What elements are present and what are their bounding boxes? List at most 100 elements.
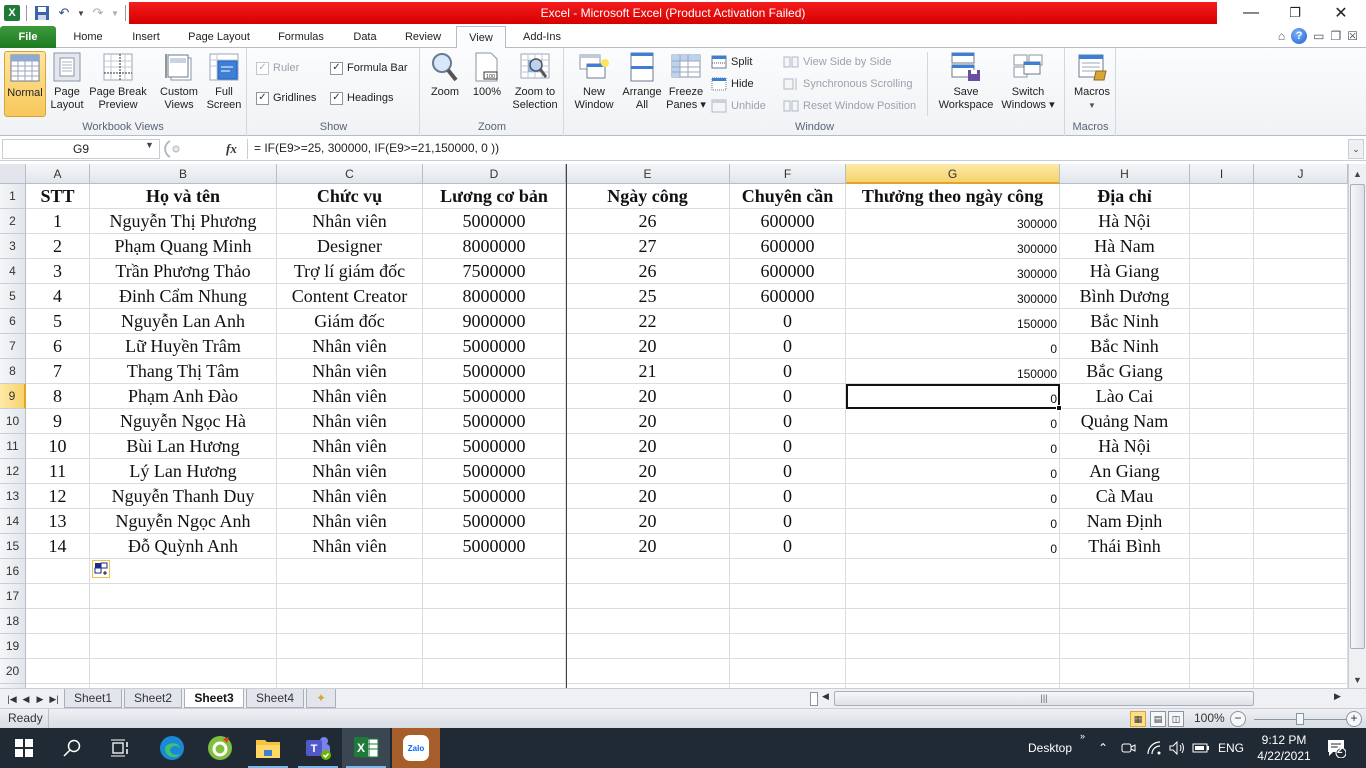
row-header-16[interactable]: 16 [0, 559, 26, 584]
table-cell[interactable]: 0 [730, 484, 846, 509]
table-cell[interactable]: 0 [730, 409, 846, 434]
table-cell[interactable]: Giám đốc [277, 309, 423, 334]
empty-cell[interactable] [1254, 409, 1348, 434]
save-workspace-button[interactable]: Save Workspace [935, 51, 997, 117]
table-cell[interactable]: 9 [26, 409, 90, 434]
empty-cell[interactable] [1190, 584, 1254, 609]
restore-button[interactable]: ❐ [1272, 2, 1318, 24]
table-cell[interactable]: 26 [566, 209, 730, 234]
empty-cell[interactable] [1254, 559, 1348, 584]
table-cell[interactable]: 3 [26, 259, 90, 284]
table-cell[interactable]: 0 [730, 384, 846, 409]
row-header-8[interactable]: 8 [0, 359, 26, 384]
table-cell[interactable]: Quảng Nam [1060, 409, 1190, 434]
empty-cell[interactable] [846, 559, 1060, 584]
name-box-dropdown-icon[interactable]: ▼ [145, 140, 154, 150]
empty-cell[interactable] [1254, 634, 1348, 659]
table-cell[interactable]: Content Creator [277, 284, 423, 309]
prev-sheet-icon[interactable]: ◀ [20, 691, 32, 707]
empty-cell[interactable] [1060, 584, 1190, 609]
row-header-6[interactable]: 6 [0, 309, 26, 334]
table-cell[interactable]: 9000000 [423, 309, 566, 334]
table-cell[interactable]: 0 [846, 534, 1060, 559]
custom-views-button[interactable]: Custom Views [156, 51, 202, 117]
scroll-right-icon[interactable]: ▶ [1334, 691, 1341, 702]
table-cell[interactable]: 600000 [730, 209, 846, 234]
task-view-icon[interactable] [96, 728, 144, 768]
battery-icon[interactable] [1192, 728, 1210, 768]
undo-dropdown-icon[interactable]: ▼ [77, 4, 85, 22]
file-explorer-icon[interactable] [244, 728, 292, 768]
column-header-c[interactable]: C [277, 164, 423, 184]
empty-cell[interactable] [1254, 359, 1348, 384]
table-cell[interactable]: 300000 [846, 209, 1060, 234]
table-cell[interactable]: Nguyễn Lan Anh [90, 309, 277, 334]
table-cell[interactable]: Bùi Lan Hương [90, 434, 277, 459]
table-cell[interactable]: An Giang [1060, 459, 1190, 484]
table-cell[interactable]: Hà Giang [1060, 259, 1190, 284]
table-cell[interactable]: 5000000 [423, 459, 566, 484]
column-header-g[interactable]: G [846, 164, 1060, 184]
scroll-up-icon[interactable]: ▲ [1349, 166, 1366, 182]
row-header-18[interactable]: 18 [0, 609, 26, 634]
empty-cell[interactable] [1254, 184, 1348, 209]
insert-sheet-button[interactable]: ✦ [306, 689, 336, 708]
empty-cell[interactable] [1254, 334, 1348, 359]
meet-now-icon[interactable] [1120, 728, 1136, 768]
search-icon[interactable] [48, 728, 96, 768]
row-header-17[interactable]: 17 [0, 584, 26, 609]
empty-cell[interactable] [1190, 609, 1254, 634]
table-cell[interactable]: 10 [26, 434, 90, 459]
table-cell[interactable]: 300000 [846, 234, 1060, 259]
empty-cell[interactable] [566, 659, 730, 684]
table-cell[interactable]: Nhân viên [277, 334, 423, 359]
table-cell[interactable]: 2 [26, 234, 90, 259]
table-cell[interactable]: Đinh Cẩm Nhung [90, 284, 277, 309]
table-cell[interactable]: Nguyễn Ngọc Hà [90, 409, 277, 434]
table-cell[interactable]: 0 [730, 359, 846, 384]
edge-icon[interactable] [148, 728, 196, 768]
table-cell[interactable]: 5000000 [423, 434, 566, 459]
row-header-10[interactable]: 10 [0, 409, 26, 434]
empty-cell[interactable] [566, 609, 730, 634]
table-cell[interactable]: 300000 [846, 284, 1060, 309]
table-cell[interactable]: Cà Mau [1060, 484, 1190, 509]
column-header-d[interactable]: D [423, 164, 566, 184]
empty-cell[interactable] [1190, 434, 1254, 459]
table-cell[interactable]: 600000 [730, 234, 846, 259]
empty-cell[interactable] [846, 634, 1060, 659]
empty-cell[interactable] [566, 634, 730, 659]
table-cell[interactable]: Nguyễn Ngọc Anh [90, 509, 277, 534]
table-cell[interactable]: 26 [566, 259, 730, 284]
table-cell[interactable]: Phạm Quang Minh [90, 234, 277, 259]
table-cell[interactable]: Đỗ Quỳnh Anh [90, 534, 277, 559]
table-cell[interactable]: 5 [26, 309, 90, 334]
empty-cell[interactable] [26, 584, 90, 609]
empty-cell[interactable] [566, 559, 730, 584]
row-header-2[interactable]: 2 [0, 209, 26, 234]
empty-cell[interactable] [1254, 659, 1348, 684]
table-cell[interactable]: 0 [846, 409, 1060, 434]
paste-options-icon[interactable] [92, 560, 110, 578]
workbook-restore-icon[interactable]: ❐ [1330, 29, 1341, 43]
tab-formulas[interactable]: Formulas [270, 26, 332, 48]
table-cell[interactable]: Nguyễn Thị Phương [90, 209, 277, 234]
table-cell[interactable]: 25 [566, 284, 730, 309]
tab-view[interactable]: View [456, 26, 506, 49]
table-cell[interactable]: Thang Thị Tâm [90, 359, 277, 384]
table-cell[interactable]: Nguyễn Thanh Duy [90, 484, 277, 509]
minimize-ribbon-icon[interactable]: ⌂ [1278, 29, 1285, 43]
table-cell[interactable]: Bắc Ninh [1060, 309, 1190, 334]
tab-page-layout[interactable]: Page Layout [178, 26, 260, 48]
table-cell[interactable]: Lào Cai [1060, 384, 1190, 409]
table-cell[interactable]: Lữ Huyền Trâm [90, 334, 277, 359]
table-cell[interactable]: 5000000 [423, 209, 566, 234]
table-cell[interactable]: Thái Bình [1060, 534, 1190, 559]
empty-cell[interactable] [730, 634, 846, 659]
last-sheet-icon[interactable]: ▶| [48, 691, 60, 707]
table-cell[interactable]: 5000000 [423, 409, 566, 434]
empty-cell[interactable] [423, 559, 566, 584]
redo-icon[interactable]: ↷ [89, 4, 107, 22]
header-cell[interactable]: Chức vụ [277, 184, 423, 209]
empty-cell[interactable] [277, 659, 423, 684]
